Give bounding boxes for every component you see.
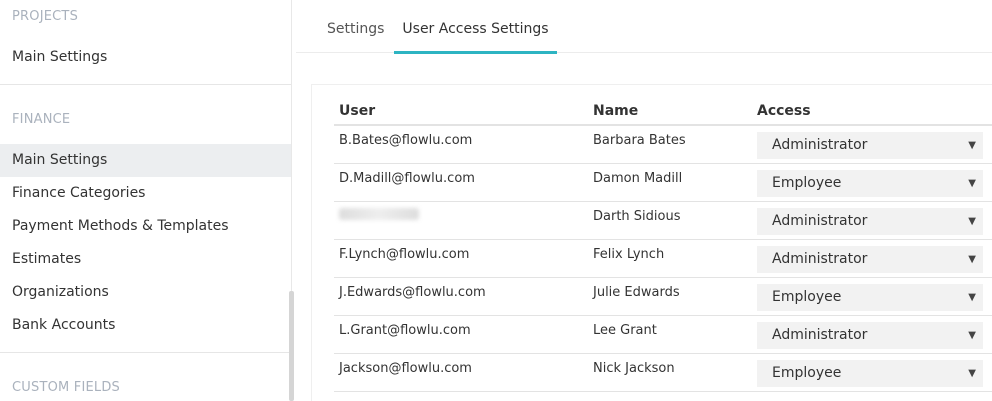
sidebar-divider — [0, 352, 291, 353]
access-value: Administrator — [772, 326, 868, 343]
sidebar-item-bank-accounts[interactable]: Bank Accounts — [0, 309, 291, 342]
sidebar-divider — [0, 84, 291, 85]
sidebar-item-payment-methods[interactable]: Payment Methods & Templates — [0, 210, 291, 243]
user-name: Julie Edwards — [588, 277, 752, 316]
tab-label: Settings — [327, 21, 385, 37]
user-email: D.Madill@flowlu.com — [334, 163, 588, 202]
access-select[interactable]: Administrator ▼ — [757, 245, 983, 273]
column-header-name: Name — [588, 97, 752, 126]
access-value: Administrator — [772, 212, 868, 229]
table-row: Darth Sidious Administrator ▼ — [334, 201, 992, 240]
dropdown-caret-icon: ▼ — [968, 253, 976, 265]
access-select[interactable]: Administrator ▼ — [757, 321, 983, 349]
access-value: Employee — [772, 174, 842, 191]
access-select[interactable]: Employee ▼ — [757, 359, 983, 387]
user-email: B.Bates@flowlu.com — [334, 125, 588, 164]
user-email: Jackson@flowlu.com — [334, 353, 588, 392]
access-value: Administrator — [772, 250, 868, 267]
dropdown-caret-icon: ▼ — [968, 177, 976, 189]
access-select[interactable]: Administrator ▼ — [757, 131, 983, 159]
access-select[interactable]: Administrator ▼ — [757, 207, 983, 235]
section-title-finance: FINANCE — [12, 112, 71, 127]
access-select[interactable]: Employee ▼ — [757, 169, 983, 197]
sidebar-item-projects-main-settings[interactable]: Main Settings — [0, 41, 291, 74]
table-row: L.Grant@flowlu.com Lee Grant Administrat… — [334, 315, 992, 354]
access-select[interactable]: Employee ▼ — [757, 283, 983, 311]
tab-settings[interactable]: Settings — [327, 0, 384, 53]
access-value: Administrator — [772, 136, 868, 153]
section-title-custom-fields: CUSTOM FIELDS — [12, 380, 120, 395]
dropdown-caret-icon: ▼ — [968, 215, 976, 227]
table-header-row: User Name Access — [334, 97, 992, 126]
tab-label: User Access Settings — [402, 21, 549, 37]
sidebar-item-finance-main-settings[interactable]: Main Settings — [0, 144, 291, 177]
user-name: Barbara Bates — [588, 125, 752, 164]
user-name: Darth Sidious — [588, 201, 752, 240]
sidebar-item-organizations[interactable]: Organizations — [0, 276, 291, 309]
column-header-access: Access — [752, 97, 992, 126]
user-name: Damon Madill — [588, 163, 752, 202]
table-row: Jackson@flowlu.com Nick Jackson Employee… — [334, 353, 992, 392]
table-row: J.Edwards@flowlu.com Julie Edwards Emplo… — [334, 277, 992, 316]
table-row: F.Lynch@flowlu.com Felix Lynch Administr… — [334, 239, 992, 278]
user-access-table: User Name Access B.Bates@flowlu.com Barb… — [334, 97, 992, 392]
sidebar-item-finance-categories[interactable]: Finance Categories — [0, 177, 291, 210]
sidebar-item-estimates[interactable]: Estimates — [0, 243, 291, 276]
dropdown-caret-icon: ▼ — [968, 367, 976, 379]
table-row: D.Madill@flowlu.com Damon Madill Employe… — [334, 163, 992, 202]
section-title-projects: PROJECTS — [12, 9, 79, 24]
tab-user-access-settings[interactable]: User Access Settings — [394, 0, 557, 54]
user-email: F.Lynch@flowlu.com — [334, 239, 588, 278]
sidebar: PROJECTS Main Settings FINANCE Main Sett… — [0, 0, 292, 401]
user-name: Felix Lynch — [588, 239, 752, 278]
main-content: Settings User Access Settings User Name … — [296, 0, 992, 401]
redacted-email — [339, 208, 419, 220]
user-name: Lee Grant — [588, 315, 752, 354]
sidebar-scrollbar[interactable] — [289, 291, 294, 401]
user-email: L.Grant@flowlu.com — [334, 315, 588, 354]
active-tab-indicator — [394, 51, 557, 54]
access-value: Employee — [772, 288, 842, 305]
dropdown-caret-icon: ▼ — [968, 139, 976, 151]
user-email: J.Edwards@flowlu.com — [334, 277, 588, 316]
dropdown-caret-icon: ▼ — [968, 329, 976, 341]
dropdown-caret-icon: ▼ — [968, 291, 976, 303]
column-header-user: User — [334, 97, 588, 126]
user-email-redacted — [334, 201, 588, 240]
tab-bar: Settings User Access Settings — [296, 0, 992, 54]
user-name: Nick Jackson — [588, 353, 752, 392]
access-value: Employee — [772, 364, 842, 381]
table-row: B.Bates@flowlu.com Barbara Bates Adminis… — [334, 125, 992, 164]
user-access-panel: User Name Access B.Bates@flowlu.com Barb… — [311, 84, 992, 401]
